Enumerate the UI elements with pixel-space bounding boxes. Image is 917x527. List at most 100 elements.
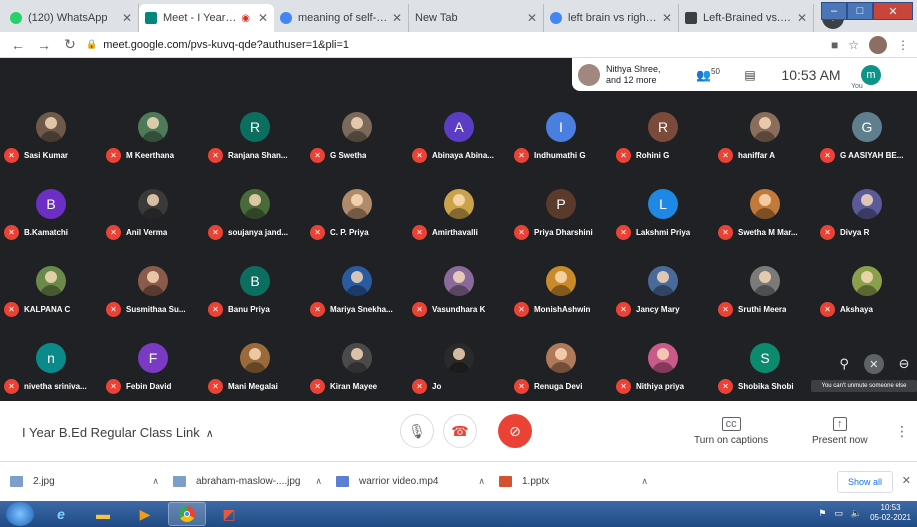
participant-tile[interactable]: ✕ Mani Megalai — [204, 322, 305, 399]
browser-tab[interactable]: meaning of self-actualiz ✕ — [274, 4, 409, 32]
participants-button[interactable]: 👥50 — [687, 67, 729, 82]
participant-tile[interactable]: ✕ Anil Verma — [102, 168, 203, 245]
back-icon[interactable]: ← — [8, 37, 28, 53]
participant-tile[interactable]: ✕ Divya R — [816, 168, 917, 245]
participant-tile[interactable]: ✕ Vasundhara K — [408, 245, 509, 322]
camera-blocked-icon[interactable]: ■ — [831, 38, 838, 52]
more-options-icon[interactable]: ⋮ — [895, 423, 909, 440]
participant-tile[interactable]: ✕ Jo — [408, 322, 509, 399]
taskbar-ie-icon[interactable]: e — [42, 502, 80, 526]
participant-tile[interactable]: ✕ Amirthavalli — [408, 168, 509, 245]
network-icon[interactable]: ▭ — [834, 508, 843, 519]
close-tab-icon[interactable]: ✕ — [662, 11, 672, 25]
participant-tile[interactable]: G ✕ G AASIYAH BE... — [816, 91, 917, 168]
participant-tile[interactable]: P ✕ Priya Dharshini — [510, 168, 611, 245]
menu-dots-icon[interactable]: ⋮ — [897, 38, 909, 52]
show-all-button[interactable]: Show all — [836, 471, 893, 493]
muted-mic-icon: ✕ — [310, 302, 325, 317]
participant-tile[interactable]: ✕ Akshaya — [816, 245, 917, 322]
participant-tile[interactable]: A ✕ Abinaya Abina... — [408, 91, 509, 168]
taskbar-powerpoint-icon[interactable]: ◩ — [210, 502, 248, 526]
address-bar[interactable]: 🔒 meet.google.com/pvs-kuvq-qde?authuser=… — [86, 39, 831, 51]
bookmark-star-icon[interactable]: ☆ — [848, 38, 859, 52]
reload-icon[interactable]: ↻ — [60, 36, 80, 53]
participant-tile[interactable]: ✕ soujanya jand... — [204, 168, 305, 245]
participant-tile[interactable]: ✕ G Swetha — [306, 91, 407, 168]
chevron-up-icon[interactable]: ∧ — [315, 476, 322, 487]
close-window-icon[interactable]: ✕ — [873, 2, 913, 20]
participant-tile[interactable]: ✕ Sruthi Meera — [714, 245, 815, 322]
flag-icon[interactable]: ⚑ — [818, 508, 826, 519]
muted-mic-icon: ✕ — [208, 379, 223, 394]
participant-tile[interactable]: ✕ Jancy Mary — [612, 245, 713, 322]
present-now-button[interactable]: ↑ Present now — [812, 417, 868, 446]
remove-participant-icon[interactable]: ⊖ — [899, 356, 910, 372]
participant-tile[interactable]: ✕ Mariya Snekha... — [306, 245, 407, 322]
meeting-details-button[interactable]: I Year B.Ed Regular Class Link ∧ — [22, 425, 214, 440]
browser-tab[interactable]: left brain vs right brain ✕ — [544, 4, 679, 32]
participant-tile[interactable]: B ✕ Banu Priya — [204, 245, 305, 322]
start-button[interactable] — [6, 502, 34, 526]
close-tab-icon[interactable]: ✕ — [527, 11, 537, 25]
leave-call-button[interactable]: ☎ — [443, 414, 477, 448]
self-view[interactable]: m You — [851, 64, 891, 90]
participant-tile[interactable]: F ✕ Febin David — [102, 322, 203, 399]
browser-tab-active[interactable]: Meet - I Year B.Ed R ◉ ✕ — [139, 4, 274, 32]
participant-tile[interactable]: R ✕ Rohini G — [612, 91, 713, 168]
participant-tile[interactable]: ✕ KALPANA C — [0, 245, 101, 322]
close-tab-icon[interactable]: ✕ — [797, 11, 807, 25]
download-item[interactable]: 2.jpg ∧ — [10, 476, 173, 487]
participant-tile[interactable]: ✕ C. P. Priya — [306, 168, 407, 245]
browser-tab[interactable]: New Tab ✕ — [409, 4, 544, 32]
participant-tile[interactable]: ✕ Susmithaa Su... — [102, 245, 203, 322]
minimize-icon[interactable]: – — [821, 2, 847, 20]
pin-icon[interactable]: ⚲ — [839, 356, 849, 372]
participant-name: G Swetha — [330, 151, 367, 160]
participant-tile[interactable]: B ✕ B.Kamatchi — [0, 168, 101, 245]
participant-tile[interactable]: L ✕ Lakshmi Priya — [612, 168, 713, 245]
camera-off-button[interactable]: ⊘ — [498, 414, 532, 448]
muted-mic-icon: ✕ — [514, 302, 529, 317]
captions-button[interactable]: cc Turn on captions — [694, 417, 768, 446]
chat-button[interactable]: ▤ — [729, 68, 771, 82]
presenter-info[interactable]: Nithya Shree, and 12 more — [572, 63, 687, 86]
participant-tile[interactable]: R ✕ Ranjana Shan... — [204, 91, 305, 168]
unmute-participant-icon[interactable]: ✕ — [863, 354, 884, 374]
participant-tile[interactable]: I ✕ Indhumathi G — [510, 91, 611, 168]
download-item[interactable]: 1.pptx ∧ — [499, 476, 662, 487]
download-item[interactable]: abraham-maslow-....jpg ∧ — [173, 476, 336, 487]
taskbar-chrome-icon[interactable] — [168, 502, 206, 526]
volume-icon[interactable]: 🔈 — [851, 508, 862, 519]
participant-tile[interactable]: ✕ Kiran Mayee — [306, 322, 407, 399]
download-item[interactable]: warrior video.mp4 ∧ — [336, 476, 499, 487]
participant-avatar — [36, 266, 66, 296]
participant-name-row: ✕ G Swetha — [310, 148, 410, 163]
participant-tile[interactable]: ✕ MonishAshwin — [510, 245, 611, 322]
taskbar-media-player-icon[interactable]: ▶ — [126, 502, 164, 526]
browser-tab[interactable]: Left-Brained vs. Right-B ✕ — [679, 4, 814, 32]
microphone-button[interactable]: 🎙 — [400, 414, 434, 448]
close-downloads-icon[interactable]: ✕ — [902, 474, 911, 487]
participant-tile[interactable]: S ✕ Shobika Shobi — [714, 322, 815, 399]
profile-avatar[interactable] — [869, 35, 887, 54]
chevron-up-icon[interactable]: ∧ — [641, 476, 648, 487]
close-tab-icon[interactable]: ✕ — [258, 11, 268, 25]
close-tab-icon[interactable]: ✕ — [122, 11, 132, 25]
participant-name-row: ✕ C. P. Priya — [310, 225, 410, 240]
participant-tile[interactable]: ✕ Nithiya priya — [612, 322, 713, 399]
participant-tile[interactable]: ✕ Renuga Devi — [510, 322, 611, 399]
chevron-up-icon[interactable]: ∧ — [478, 476, 485, 487]
participant-tile[interactable]: ✕ Sasi Kumar — [0, 91, 101, 168]
participant-tile[interactable]: ✕ M Keerthana — [102, 91, 203, 168]
taskbar-explorer-icon[interactable]: ▬ — [84, 502, 122, 526]
chevron-up-icon[interactable]: ∧ — [152, 476, 159, 487]
participant-tile[interactable]: ✕ haniffar A — [714, 91, 815, 168]
tray-clock[interactable]: 10:53 05-02-2021 — [870, 503, 911, 523]
participant-avatar — [138, 112, 168, 142]
maximize-icon[interactable]: □ — [847, 2, 873, 20]
participant-tile[interactable]: n ✕ nivetha sriniva... — [0, 322, 101, 399]
forward-icon[interactable]: → — [34, 37, 54, 53]
participant-tile[interactable]: ✕ Swetha M Mar... — [714, 168, 815, 245]
close-tab-icon[interactable]: ✕ — [392, 11, 402, 25]
browser-tab[interactable]: (120) WhatsApp ✕ — [4, 4, 139, 32]
